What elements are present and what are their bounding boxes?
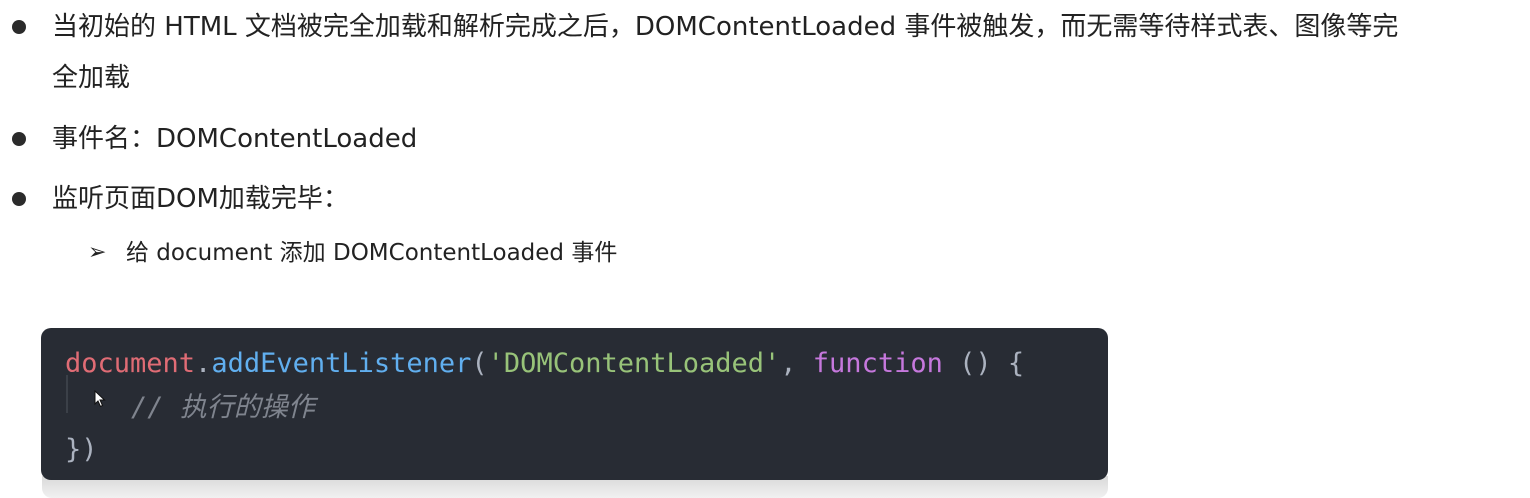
bullet-text-line-2: 全加载 <box>52 63 131 93</box>
code-token-string: 'DOMContentLoaded' <box>487 348 781 379</box>
code-line-3: }) <box>65 430 98 470</box>
code-line-1: document.addEventListener('DOMContentLoa… <box>65 344 1024 384</box>
bullet-dot <box>12 20 26 34</box>
mouse-pointer-icon <box>94 390 106 408</box>
code-token-keyword: function <box>812 348 943 379</box>
code-token-object: document <box>65 348 196 379</box>
code-line-2: // 执行的操作 <box>131 388 315 428</box>
code-token-open-paren: ( <box>471 348 488 379</box>
bullet-text: 事件名：DOMContentLoaded <box>52 124 418 154</box>
code-token-params-brace: () { <box>942 348 1025 379</box>
code-indent-guide <box>66 375 68 413</box>
code-token-comment: // 执行的操作 <box>131 392 315 423</box>
bullet-dot <box>12 192 26 206</box>
code-token-close: }) <box>65 434 98 465</box>
bullet-dot <box>12 132 26 146</box>
bullet-text: 监听页面DOM加载完毕： <box>52 184 349 214</box>
code-token-method: addEventListener <box>211 348 472 379</box>
code-block: document.addEventListener('DOMContentLoa… <box>41 328 1108 480</box>
code-token-dot: . <box>195 348 212 379</box>
arrow-bullet-icon: ➢ <box>88 240 107 265</box>
code-token-comma: , <box>780 348 813 379</box>
sub-bullet-text: 给 document 添加 DOMContentLoaded 事件 <box>126 240 618 266</box>
bullet-text-line-1: 当初始的 HTML 文档被完全加载和解析完成之后，DOMContentLoade… <box>52 12 1399 42</box>
